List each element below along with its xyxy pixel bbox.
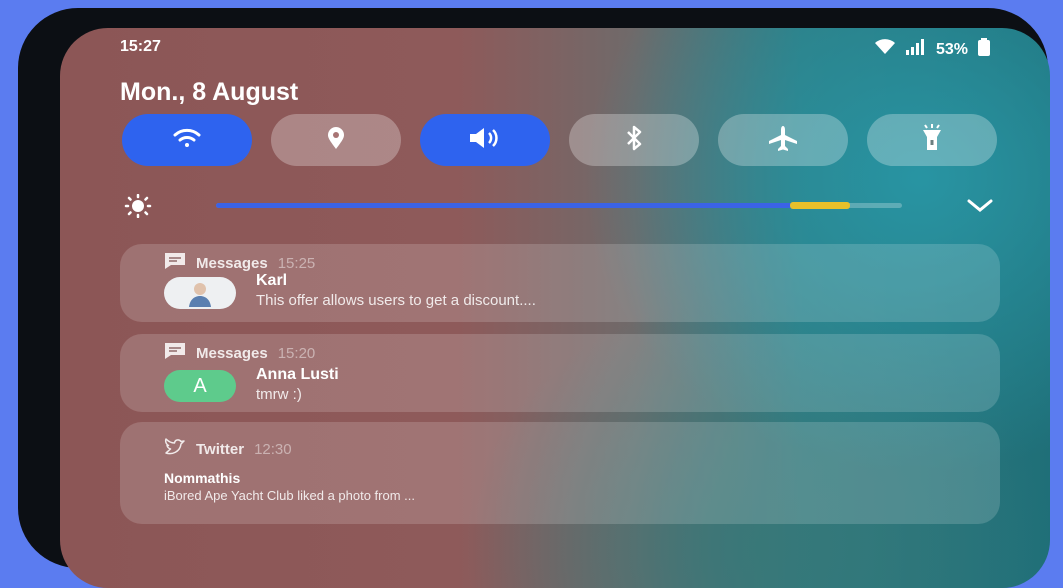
app-name: Messages xyxy=(196,254,268,272)
twitter-bird-icon xyxy=(164,438,186,460)
notification-shade: 15:27 53% Mon., 8 August Messages 15:25 … xyxy=(60,28,1050,588)
brightness-control xyxy=(124,193,1004,219)
phone-frame: 15:27 53% Mon., 8 August Messages 15:25 … xyxy=(18,8,1050,588)
wifi-signal-icon xyxy=(874,39,896,60)
bluetooth-toggle[interactable] xyxy=(569,114,699,166)
notification-card-messages-anna[interactable]: Messages 15:20 A Anna Lusti tmrw :) xyxy=(120,334,1000,412)
avatar xyxy=(164,277,236,309)
status-time: 15:27 xyxy=(120,38,161,55)
brightness-slider-fill xyxy=(216,203,820,208)
messages-app-icon xyxy=(164,342,186,364)
date-label: Mon., 8 August xyxy=(120,78,299,106)
message-preview: This offer allows users to get a discoun… xyxy=(256,292,536,309)
bluetooth-icon xyxy=(625,125,643,156)
quick-settings-toggles xyxy=(122,114,997,166)
sender-name: Anna Lusti xyxy=(256,366,339,383)
notification-card-twitter[interactable]: Twitter 12:30 Nommathis iBored Ape Yacht… xyxy=(120,422,1000,524)
airplane-mode-toggle[interactable] xyxy=(718,114,848,166)
avatar-letter: A xyxy=(193,374,207,397)
notification-header: Messages 15:20 xyxy=(164,342,315,364)
messages-app-icon xyxy=(164,252,186,274)
sender-name: Nommathis xyxy=(164,470,241,486)
notification-time: 12:30 xyxy=(254,440,292,458)
sun-icon xyxy=(124,193,152,223)
app-name: Messages xyxy=(196,344,268,362)
flashlight-icon xyxy=(922,123,942,157)
notification-card-messages-karl[interactable]: Messages 15:25 Karl This offer allows us… xyxy=(120,244,1000,322)
status-indicators: 53% xyxy=(874,38,990,61)
brightness-slider[interactable] xyxy=(216,202,902,209)
app-name: Twitter xyxy=(196,440,245,458)
status-bar: 15:27 53% xyxy=(120,38,990,62)
brightness-slider-thumb[interactable] xyxy=(790,202,850,209)
battery-icon xyxy=(978,38,990,61)
notification-header: Messages 15:25 xyxy=(164,252,315,274)
notification-header: Twitter 12:30 xyxy=(164,438,292,460)
location-toggle[interactable] xyxy=(271,114,401,166)
notification-time: 15:25 xyxy=(277,254,316,272)
avatar: A xyxy=(164,370,236,402)
cellular-signal-icon xyxy=(905,39,926,60)
sound-toggle[interactable] xyxy=(420,114,550,166)
message-preview: iBored Ape Yacht Club liked a photo from… xyxy=(164,488,415,503)
wifi-toggle[interactable] xyxy=(122,114,252,166)
wifi-icon xyxy=(172,127,202,154)
airplane-icon xyxy=(768,125,798,156)
battery-percentage: 53% xyxy=(935,40,968,58)
message-preview: tmrw :) xyxy=(256,386,302,403)
location-pin-icon xyxy=(326,126,346,155)
sender-name: Karl xyxy=(256,272,288,289)
notification-time: 15:20 xyxy=(277,344,316,362)
speaker-icon xyxy=(468,126,502,155)
chevron-down-icon[interactable] xyxy=(966,198,994,219)
flashlight-toggle[interactable] xyxy=(867,114,997,166)
